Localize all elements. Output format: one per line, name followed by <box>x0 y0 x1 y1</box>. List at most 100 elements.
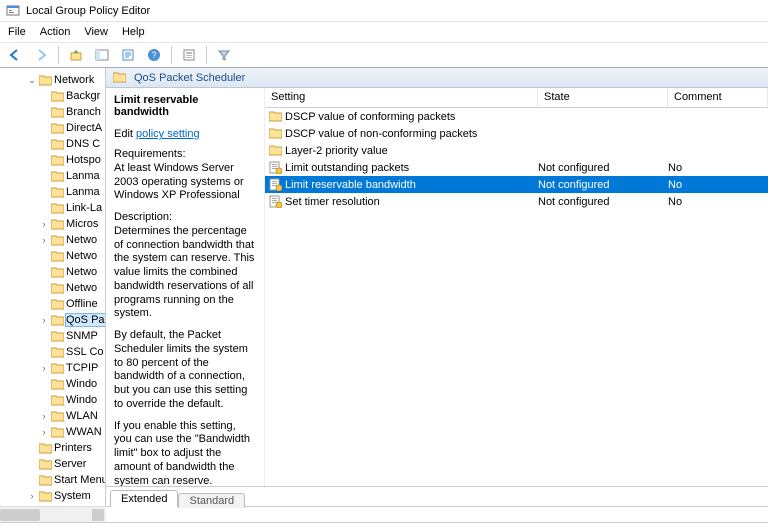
collapse-icon[interactable]: ⌄ <box>26 75 38 86</box>
tree-label: System <box>54 490 91 502</box>
edit-policy-link[interactable]: policy setting <box>136 128 200 140</box>
settings-row[interactable]: Limit outstanding packetsNot configuredN… <box>265 159 768 176</box>
tree-node[interactable]: ›Micros <box>0 216 106 232</box>
window-title: Local Group Policy Editor <box>26 5 150 17</box>
tree-node[interactable]: ›TCPIP <box>0 360 106 376</box>
settings-row[interactable]: DSCP value of non-conforming packets <box>265 125 768 142</box>
content-pane: QoS Packet Scheduler Limit reservable ba… <box>106 68 768 506</box>
tree-node[interactable]: › System <box>0 488 106 504</box>
tree-node[interactable]: Server <box>0 456 106 472</box>
tree-node[interactable]: Printers <box>0 440 106 456</box>
tree-node[interactable]: Windo <box>0 392 106 408</box>
scrollbar-thumb[interactable] <box>0 509 40 521</box>
tab-standard[interactable]: Standard <box>178 493 245 508</box>
setting-comment: No <box>668 179 768 191</box>
back-button[interactable] <box>4 44 26 66</box>
tree-node[interactable]: DirectA <box>0 120 106 136</box>
setting-name: DSCP value of non-conforming packets <box>285 128 538 140</box>
tree-node[interactable]: Netwo <box>0 264 106 280</box>
settings-row[interactable]: DSCP value of conforming packets <box>265 108 768 125</box>
view-tabs: Extended Standard <box>106 486 768 506</box>
setting-name: Limit reservable bandwidth <box>285 179 538 191</box>
column-headers[interactable]: Setting State Comment <box>265 88 768 108</box>
expand-icon[interactable]: › <box>26 491 38 501</box>
expand-icon[interactable]: › <box>38 363 50 373</box>
policy-icon <box>265 161 285 174</box>
tree-node[interactable]: SNMP <box>0 328 106 344</box>
tree-label: Netwo <box>66 282 97 294</box>
properties-button[interactable] <box>178 44 200 66</box>
tree-node[interactable]: ›WWAN <box>0 424 106 440</box>
requirements-label: Requirements: <box>114 148 256 162</box>
tree-label: Lanma <box>66 170 100 182</box>
tree-node[interactable]: SSL Co <box>0 344 106 360</box>
expand-icon[interactable]: › <box>38 219 50 229</box>
show-hide-tree-button[interactable] <box>91 44 113 66</box>
tree-node[interactable]: DNS C <box>0 136 106 152</box>
tab-extended[interactable]: Extended <box>110 490 178 507</box>
tree-node[interactable]: Branch <box>0 104 106 120</box>
setting-name: Limit outstanding packets <box>285 162 538 174</box>
filter-button[interactable] <box>213 44 235 66</box>
tree-hscrollbar[interactable] <box>0 506 106 522</box>
folder-icon <box>50 362 64 374</box>
menu-view[interactable]: View <box>84 26 108 38</box>
settings-row[interactable]: Limit reservable bandwidthNot configured… <box>265 176 768 193</box>
tree-node[interactable]: › QoS Pa <box>0 312 106 328</box>
tree-label: DirectA <box>66 122 102 134</box>
folder-icon <box>50 250 64 262</box>
tree-label: QoS Pa <box>66 314 105 326</box>
tree-node[interactable]: Windo <box>0 376 106 392</box>
col-setting[interactable]: Setting <box>265 88 538 107</box>
detail-title: Limit reservable bandwidth <box>114 94 256 118</box>
folder-icon <box>50 298 64 310</box>
folder-icon <box>38 442 52 454</box>
tree-node[interactable]: Start Menu <box>0 472 106 488</box>
nav-tree[interactable]: ⌄ Network Backgr Branch DirectA DNS CHotspo… <box>0 68 106 506</box>
tree-node[interactable]: Lanma <box>0 184 106 200</box>
tree-label: Windo <box>66 378 97 390</box>
folder-icon <box>50 282 64 294</box>
menu-help[interactable]: Help <box>122 26 145 38</box>
settings-row[interactable]: Set timer resolutionNot configuredNo <box>265 193 768 210</box>
tree-node-network[interactable]: ⌄ Network <box>0 72 106 88</box>
expand-icon[interactable]: › <box>38 235 50 245</box>
col-comment[interactable]: Comment <box>668 88 768 107</box>
folder-icon <box>50 426 64 438</box>
forward-button[interactable] <box>30 44 52 66</box>
folder-icon <box>50 314 64 326</box>
tree-node[interactable]: Offline <box>0 296 106 312</box>
tree-label: Link-La <box>66 202 102 214</box>
description-label: Description: <box>114 211 256 225</box>
tree-node[interactable]: Link-La <box>0 200 106 216</box>
col-state[interactable]: State <box>538 88 668 107</box>
tree-node[interactable]: Netwo <box>0 248 106 264</box>
export-list-button[interactable] <box>117 44 139 66</box>
folder-icon <box>50 234 64 246</box>
tree-label: Netwo <box>66 250 97 262</box>
scroll-right-button[interactable] <box>92 509 104 521</box>
folder-icon <box>50 394 64 406</box>
settings-list[interactable]: DSCP value of conforming packets DSCP val… <box>265 108 768 486</box>
tree-label: Branch <box>66 106 101 118</box>
tree-node[interactable]: Lanma <box>0 168 106 184</box>
expand-icon[interactable]: › <box>38 315 50 325</box>
up-button[interactable] <box>65 44 87 66</box>
status-bar: 3 setting(s) <box>0 522 768 526</box>
settings-row[interactable]: Layer-2 priority value <box>265 142 768 159</box>
toolbar: ? <box>0 42 768 68</box>
menu-action[interactable]: Action <box>40 26 71 38</box>
setting-state: Not configured <box>538 162 668 174</box>
tree-node[interactable]: Backgr <box>0 88 106 104</box>
tree-node[interactable]: ›WLAN <box>0 408 106 424</box>
tree-node[interactable]: ›Netwo <box>0 232 106 248</box>
tree-node[interactable]: Netwo <box>0 280 106 296</box>
expand-icon[interactable]: › <box>38 427 50 437</box>
description-p1: Determines the percentage of connection … <box>114 225 256 321</box>
toolbar-separator <box>206 46 207 64</box>
setting-comment: No <box>668 196 768 208</box>
expand-icon[interactable]: › <box>38 411 50 421</box>
menu-file[interactable]: File <box>8 26 26 38</box>
tree-node[interactable]: Hotspo <box>0 152 106 168</box>
help-button[interactable]: ? <box>143 44 165 66</box>
